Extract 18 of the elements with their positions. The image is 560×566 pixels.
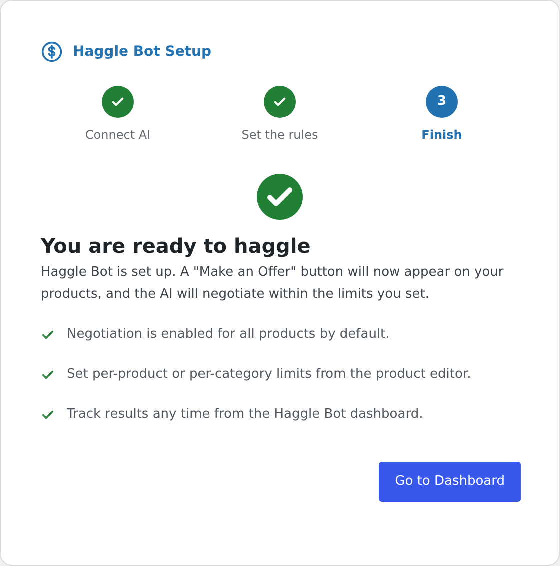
dashboard-button[interactable]: Go to Dashboard — [379, 462, 521, 502]
step-indicator: 3 — [426, 86, 458, 118]
check-icon — [111, 95, 125, 109]
success-description: Haggle Bot is set up. A "Make an Offer" button will now appear on your products, and the AI will negotiate within the limits you set. — [41, 264, 505, 304]
success-heading: You are ready to haggle — [41, 233, 312, 260]
step-label: Set the rules — [242, 127, 318, 144]
success-check-icon — [257, 174, 303, 220]
dollar-icon — [41, 41, 63, 63]
step-label: Finish — [422, 127, 462, 144]
checklist-item: Track results any time from the Haggle Bot dashboard. — [67, 406, 424, 424]
step-label: Connect AI — [85, 127, 151, 144]
check-icon — [273, 95, 287, 109]
checklist-item: Set per-product or per-category limits from the product editor. — [67, 366, 472, 384]
setup-title: Haggle Bot Setup — [73, 42, 212, 62]
checklist-item: Negotiation is enabled for all products by default. — [67, 326, 390, 344]
check-icon — [41, 408, 55, 422]
check-icon — [41, 368, 55, 382]
check-icon — [41, 328, 55, 342]
